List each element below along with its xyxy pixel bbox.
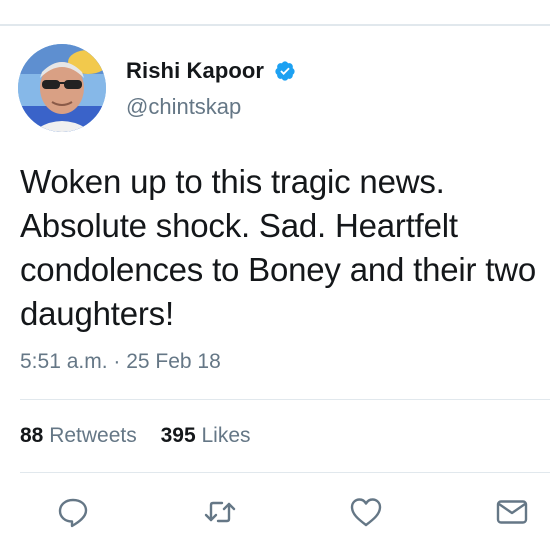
user-handle[interactable]: @chintskap bbox=[126, 94, 241, 120]
retweet-icon[interactable] bbox=[202, 494, 238, 530]
divider-above-actions bbox=[20, 472, 550, 473]
retweets-label: Retweets bbox=[49, 424, 137, 447]
reply-icon[interactable] bbox=[55, 494, 91, 530]
retweets-stat[interactable]: 88 Retweets bbox=[20, 424, 137, 447]
verified-badge-icon bbox=[274, 60, 296, 82]
top-divider bbox=[0, 24, 550, 26]
avatar-image bbox=[18, 44, 106, 132]
likes-label: Likes bbox=[201, 424, 251, 447]
heart-icon[interactable] bbox=[348, 494, 384, 530]
divider-above-stats bbox=[20, 399, 550, 400]
mail-icon[interactable] bbox=[494, 494, 530, 530]
tweet-text: Woken up to this tragic news. Absolute s… bbox=[20, 163, 537, 332]
retweets-count: 88 bbox=[20, 424, 44, 447]
likes-stat[interactable]: 395 Likes bbox=[161, 424, 251, 447]
display-name[interactable]: Rishi Kapoor bbox=[126, 58, 264, 84]
engagement-stats: 88 Retweets 395 Likes bbox=[20, 424, 269, 448]
tweet-actions bbox=[0, 494, 550, 534]
tweet-timestamp[interactable]: 5:51 a.m. · 25 Feb 18 bbox=[20, 350, 221, 374]
avatar[interactable] bbox=[18, 44, 106, 132]
likes-count: 395 bbox=[160, 424, 196, 447]
